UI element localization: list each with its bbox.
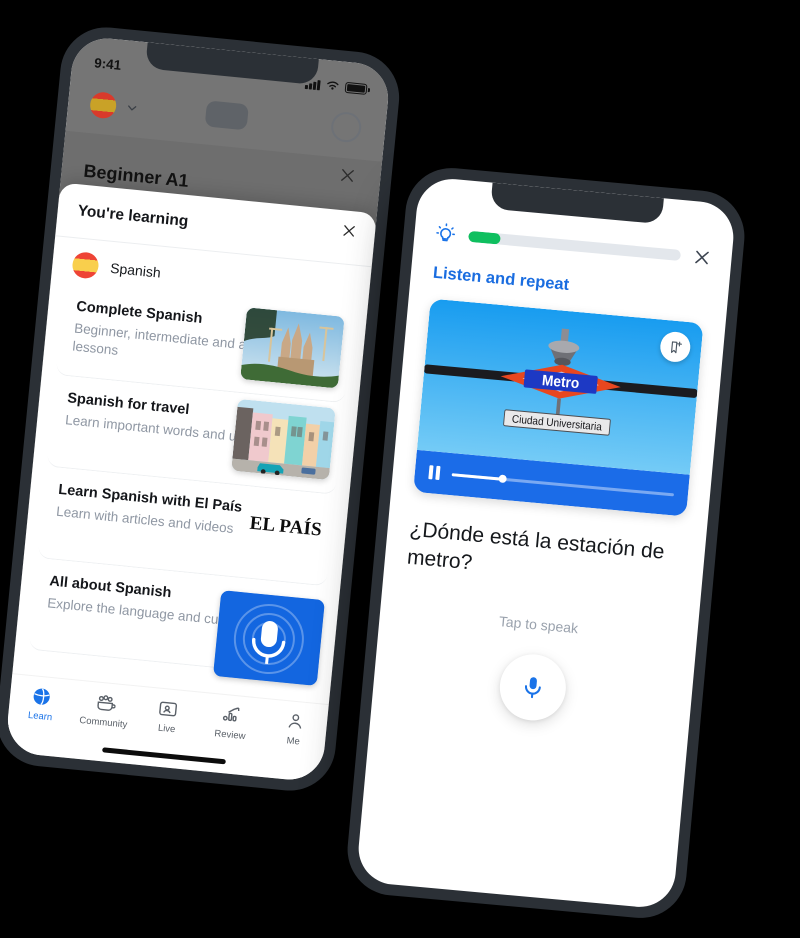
scrubber-fill (451, 472, 503, 481)
scene: 9:41 Beginner A1 You're learning Spanish… (0, 0, 800, 938)
course-list: Complete Spanish Beginner, intermediate … (15, 282, 367, 686)
tab-me[interactable]: Me (261, 708, 328, 750)
globe-icon (33, 688, 51, 705)
bookmark-add-icon (670, 340, 682, 353)
scrubber-handle[interactable] (498, 474, 508, 484)
phone-right-screen: Listen and repeat Metro Ciudad Universit… (355, 176, 737, 910)
spanish-flag-icon (71, 251, 100, 280)
microphone-icon (524, 677, 541, 699)
phone-right: Listen and repeat Metro Ciudad Universit… (343, 164, 749, 922)
tab-label: Live (157, 722, 176, 736)
mic-button-wrap (371, 641, 694, 736)
status-time: 9:41 (93, 54, 122, 73)
status-icons (304, 77, 368, 95)
lesson-media-card: Metro Ciudad Universitaria (413, 298, 704, 517)
close-icon-behind[interactable] (338, 166, 358, 186)
tab-review[interactable]: Review (198, 702, 265, 744)
tab-label: Review (213, 728, 246, 743)
sheet-title: You're learning (76, 201, 190, 230)
tab-live[interactable]: Live (134, 696, 201, 738)
wifi-icon (327, 81, 339, 90)
tab-label: Community (78, 714, 128, 731)
progress-fill (468, 230, 501, 245)
havana-street-photo (231, 398, 336, 481)
tab-community[interactable]: Community (71, 689, 138, 731)
youre-learning-sheet: You're learning Spanish Complete Spanish… (4, 182, 377, 783)
tap-to-speak-hint: Tap to speak (498, 613, 579, 637)
metro-sign-text: Metro (541, 372, 580, 392)
bottom-tab-bar: Learn Community Live Review Me (4, 674, 329, 783)
phone-left-screen: 9:41 Beginner A1 You're learning Spanish… (4, 35, 392, 783)
lightbulb-icon[interactable] (434, 222, 458, 246)
language-name: Spanish (109, 259, 162, 281)
chevron-down-icon[interactable] (124, 100, 139, 115)
phone-left: 9:41 Beginner A1 You're learning Spanish… (0, 23, 404, 795)
review-chart-icon (222, 707, 240, 722)
close-icon[interactable] (340, 222, 357, 239)
audio-scrubber[interactable] (451, 472, 675, 496)
tab-label: Me (286, 735, 301, 748)
podcast-microphone-tile (213, 590, 325, 686)
microphone-button[interactable] (496, 651, 569, 724)
person-icon (288, 714, 301, 729)
sagrada-familia-photo (240, 307, 345, 389)
live-person-card-icon (159, 701, 178, 717)
spanish-flag-icon (88, 91, 118, 120)
pause-button[interactable] (428, 465, 441, 481)
close-icon[interactable] (692, 247, 713, 268)
tab-label: Learn (27, 709, 53, 724)
battery-icon (344, 81, 368, 95)
madrid-metro-sign-photo: Metro Ciudad Universitaria (416, 298, 704, 475)
community-people-icon (97, 695, 116, 711)
tab-learn[interactable]: Learn (8, 683, 75, 725)
